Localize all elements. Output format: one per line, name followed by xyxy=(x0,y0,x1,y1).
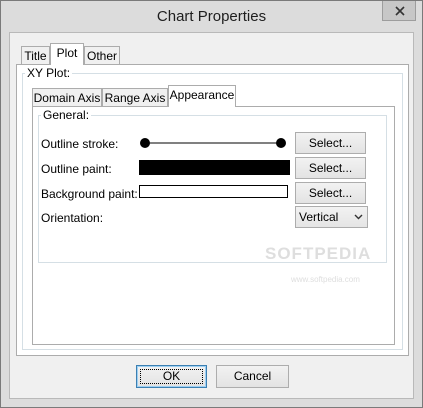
ok-button[interactable]: OK xyxy=(136,365,207,388)
subtab-appearance-label: Appearance xyxy=(169,88,235,102)
outline-paint-swatch xyxy=(139,160,290,175)
general-label: General: xyxy=(41,108,92,122)
chevron-down-icon xyxy=(354,214,363,220)
stroke-preview xyxy=(140,138,286,148)
subtab-domain-axis[interactable]: Domain Axis xyxy=(32,88,102,107)
outline-paint-select-button[interactable]: Select... xyxy=(295,157,366,179)
tab-other-label: Other xyxy=(86,49,117,63)
plot-tab-panel: XY Plot: Domain Axis Range Axis Appearan… xyxy=(16,64,409,356)
cancel-button[interactable]: Cancel xyxy=(216,365,289,388)
watermark-brand: SOFTPEDIA xyxy=(265,244,372,263)
general-group: General: Outline stroke: Select... Outli… xyxy=(38,108,387,263)
tab-title-label: Title xyxy=(24,49,47,63)
subtab-range-axis[interactable]: Range Axis xyxy=(102,88,168,107)
close-icon xyxy=(395,6,405,16)
tab-title[interactable]: Title xyxy=(21,46,50,65)
xy-plot-label: XY Plot: xyxy=(25,66,73,80)
background-paint-swatch xyxy=(139,185,288,198)
subtab-appearance[interactable]: Appearance xyxy=(168,85,236,107)
background-paint-label: Background paint: xyxy=(41,187,138,201)
chart-properties-dialog: Chart Properties Title Plot Other XY Plo… xyxy=(0,0,423,408)
outline-stroke-select-button[interactable]: Select... xyxy=(295,132,366,154)
dialog-body: Title Plot Other XY Plot: Domain Axis Ra… xyxy=(9,32,414,399)
watermark-url: www.softpedia.com xyxy=(291,275,360,284)
orientation-select[interactable]: Vertical xyxy=(295,206,368,228)
tab-plot[interactable]: Plot xyxy=(50,43,84,65)
background-paint-select-button[interactable]: Select... xyxy=(295,182,366,204)
subtab-range-axis-label: Range Axis xyxy=(104,91,166,105)
outline-stroke-label: Outline stroke: xyxy=(41,137,119,151)
title-bar: Chart Properties xyxy=(1,1,422,32)
appearance-panel: General: Outline stroke: Select... Outli… xyxy=(32,106,395,345)
window-title: Chart Properties xyxy=(156,8,267,25)
tab-plot-label: Plot xyxy=(56,46,78,60)
subtab-domain-axis-label: Domain Axis xyxy=(33,91,101,105)
close-button[interactable] xyxy=(382,1,416,21)
orientation-value: Vertical xyxy=(299,210,339,224)
outline-paint-label: Outline paint: xyxy=(41,162,112,176)
focus-indicator xyxy=(140,369,203,384)
orientation-label: Orientation: xyxy=(41,211,104,225)
tab-other[interactable]: Other xyxy=(84,46,120,65)
xy-plot-group: XY Plot: Domain Axis Range Axis Appearan… xyxy=(22,66,403,350)
